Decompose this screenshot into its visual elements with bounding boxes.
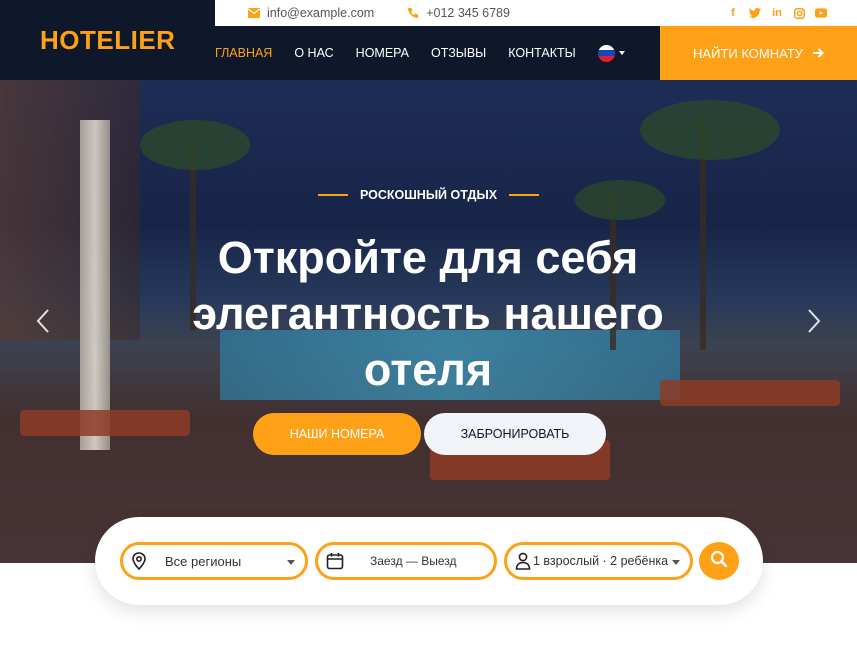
linkedin-icon[interactable]: in xyxy=(771,7,783,19)
logo[interactable]: HOTELIER xyxy=(40,25,175,56)
chevron-down-icon xyxy=(672,560,680,565)
envelope-icon xyxy=(248,8,260,18)
phone-icon xyxy=(407,7,419,19)
nav-item-home[interactable]: ГЛАВНАЯ xyxy=(215,46,272,60)
map-pin-icon xyxy=(131,552,147,570)
hero-eyebrow-text: РОСКОШНЫЙ ОТДЫХ xyxy=(359,188,498,202)
carousel-prev-icon[interactable] xyxy=(34,308,52,334)
hero-carousel: РОСКОШНЫЙ ОТДЫХ Откройте для себя элеган… xyxy=(0,80,857,563)
chevron-down-icon xyxy=(287,560,295,565)
find-room-label: НАЙТИ КОМНАТУ xyxy=(693,45,803,61)
search-icon xyxy=(710,550,728,573)
region-value: Все регионы xyxy=(165,553,242,569)
youtube-icon[interactable] xyxy=(815,7,827,19)
instagram-icon[interactable] xyxy=(793,7,805,19)
divider xyxy=(509,194,540,196)
carousel-next-icon[interactable] xyxy=(805,308,823,334)
hero-eyebrow: РОСКОШНЫЙ ОТДЫХ xyxy=(0,188,857,202)
nav-item-reviews[interactable]: ОТЗЫВЫ xyxy=(431,46,486,60)
phone-text: +012 345 6789 xyxy=(426,6,510,20)
nav-list: ГЛАВНАЯ О НАС НОМЕРА ОТЗЫВЫ КОНТАКТЫ xyxy=(215,44,625,62)
region-select[interactable]: Все регионы xyxy=(120,542,308,580)
guests-select[interactable]: 1 взрослый · 2 ребёнка xyxy=(504,542,693,580)
calendar-icon xyxy=(326,552,344,570)
language-selector[interactable] xyxy=(597,44,625,62)
nav-item-rooms[interactable]: НОМЕРА xyxy=(356,46,409,60)
divider xyxy=(317,194,348,196)
facebook-icon[interactable]: f xyxy=(727,7,739,19)
guests-value: 1 взрослый · 2 ребёнка xyxy=(533,554,669,568)
date-range-field[interactable]: Заезд — Выезд xyxy=(315,542,497,580)
main-nav: ГЛАВНАЯ О НАС НОМЕРА ОТЗЫВЫ КОНТАКТЫ xyxy=(215,26,660,80)
social-links: f in xyxy=(727,7,827,19)
phone-contact[interactable]: +012 345 6789 xyxy=(407,6,510,20)
email-text: info@example.com xyxy=(267,6,375,20)
hero-headline: Откройте для себя элегантность нашего от… xyxy=(192,232,664,395)
booking-search-bar: Все регионы Заезд — Выезд 1 взрослый · 2… xyxy=(95,517,763,605)
chevron-down-icon xyxy=(618,51,625,55)
email-contact[interactable]: info@example.com xyxy=(248,6,374,20)
ru-flag-icon xyxy=(597,44,615,62)
hero-content: РОСКОШНЫЙ ОТДЫХ Откройте для себя элеган… xyxy=(0,80,857,563)
our-rooms-button[interactable]: НАШИ НОМЕРА xyxy=(253,413,421,455)
twitter-icon[interactable] xyxy=(749,7,761,19)
user-icon xyxy=(515,552,531,570)
find-room-button[interactable]: НАЙТИ КОМНАТУ xyxy=(660,26,857,80)
brand-block: HOTELIER xyxy=(0,0,215,80)
topbar: info@example.com +012 345 6789 f in xyxy=(215,0,857,26)
date-range-value: Заезд — Выезд xyxy=(370,554,457,568)
arrow-right-icon xyxy=(812,46,824,61)
nav-item-contacts[interactable]: КОНТАКТЫ xyxy=(508,46,575,60)
book-button[interactable]: ЗАБРОНИРОВАТЬ xyxy=(424,413,606,455)
nav-item-about[interactable]: О НАС xyxy=(294,46,333,60)
search-button[interactable] xyxy=(699,542,739,580)
